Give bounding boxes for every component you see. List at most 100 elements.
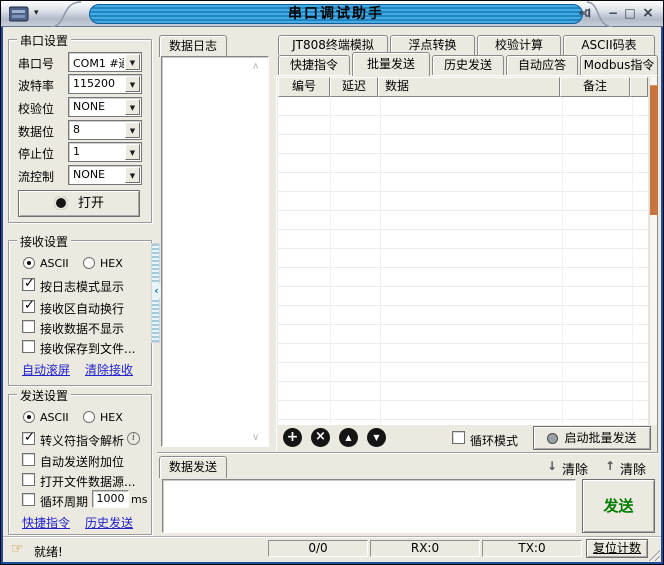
app-icon[interactable] (9, 6, 29, 22)
tab-auto-reply[interactable]: 自动应答 (506, 55, 578, 75)
tab-data-send[interactable]: 数据发送 (159, 456, 227, 478)
parity-combo[interactable]: NONE ▼ (68, 97, 142, 117)
tab-data-log[interactable]: 数据日志 (159, 35, 227, 57)
panel-splitter[interactable]: ‹ (151, 243, 160, 343)
column-header-stub (630, 77, 648, 97)
parity-value: NONE (73, 100, 124, 113)
window-title: 串口调试助手 (89, 4, 583, 24)
tab-history-send[interactable]: 历史发送 (432, 55, 504, 75)
rx-hex-radio[interactable] (83, 257, 95, 269)
hide-rx-label[interactable]: 接收数据不显示 (40, 320, 124, 337)
status-ready-text: 就绪! (34, 543, 63, 560)
minimize-button[interactable]: − (605, 6, 621, 22)
open-port-label: 打开 (78, 196, 104, 211)
app-menu-arrow-icon[interactable]: ▾ (34, 8, 39, 18)
hide-rx-checkbox[interactable] (22, 320, 35, 333)
maximize-button[interactable]: □ (622, 6, 638, 22)
ready-hand-icon: ☞ (11, 541, 24, 557)
batch-table-scrollbar[interactable] (649, 77, 657, 425)
clear-receive-link[interactable]: 清除接收 (85, 361, 133, 378)
close-button[interactable]: × (640, 6, 656, 22)
auto-append-label[interactable]: 自动发送附加位 (40, 453, 124, 470)
tx-hex-label[interactable]: HEX (100, 411, 123, 424)
auto-scroll-link[interactable]: 自动滚屏 (22, 361, 70, 378)
send-input[interactable] (162, 479, 576, 533)
log-mode-checkbox[interactable] (22, 278, 35, 291)
start-batch-send-button[interactable]: 启动批量发送 (533, 426, 651, 450)
send-button[interactable]: 发送 (582, 479, 655, 533)
add-row-button[interactable]: + (283, 428, 302, 447)
move-up-button[interactable]: ▲ (339, 428, 358, 447)
data-bits-combo[interactable]: 8 ▼ (68, 120, 142, 140)
grid-line (562, 97, 563, 425)
tx-ascii-label[interactable]: ASCII (40, 411, 69, 424)
column-header-remark[interactable]: 备注 (560, 77, 630, 97)
app-window: ▾ 串口调试助手 − □ × 串口设置 串口号 COM1 #通信 ▼ 波特率 1… (0, 0, 664, 565)
tab-ascii-table[interactable]: ASCII码表 (563, 35, 655, 55)
flow-control-combo[interactable]: NONE ▼ (68, 165, 142, 185)
open-port-button[interactable]: 打开 (18, 190, 140, 217)
tab-batch-send[interactable]: 批量发送 (352, 52, 430, 76)
remove-row-button[interactable]: × (311, 428, 330, 447)
move-down-button[interactable]: ▼ (367, 428, 386, 447)
stop-bits-combo[interactable]: 1 ▼ (68, 142, 142, 162)
tab-checksum[interactable]: 校验计算 (477, 35, 561, 55)
tx-hex-radio[interactable] (83, 411, 95, 423)
rx-hex-label[interactable]: HEX (100, 257, 123, 270)
scroll-down-icon[interactable]: ∨ (252, 433, 259, 443)
baud-rate-combo[interactable]: 115200 ▼ (68, 74, 142, 94)
chevron-down-icon[interactable]: ▼ (125, 122, 140, 138)
save-to-file-checkbox[interactable] (22, 340, 35, 353)
tab-quick-commands[interactable]: 快捷指令 (278, 55, 350, 75)
collapse-left-icon[interactable]: ‹ (152, 284, 161, 298)
grid-line (380, 97, 381, 425)
column-header-number[interactable]: 编号 (278, 77, 330, 97)
escape-parse-label[interactable]: 转义符指令解析 (40, 432, 124, 449)
cycle-checkbox[interactable] (22, 493, 35, 506)
rx-ascii-radio[interactable] (23, 257, 35, 269)
rx-ascii-label[interactable]: ASCII (40, 257, 69, 270)
loop-mode-checkbox[interactable] (452, 431, 465, 444)
serial-port-combo[interactable]: COM1 #通信 ▼ (68, 52, 142, 72)
batch-table-body[interactable] (278, 97, 648, 425)
chevron-down-icon[interactable]: ▼ (125, 167, 140, 183)
batch-table-header: 编号 延迟 数据 备注 (278, 77, 648, 97)
cycle-period-input[interactable]: 1000 (92, 490, 129, 508)
data-log-area[interactable] (161, 56, 269, 447)
tx-ascii-radio[interactable] (23, 411, 35, 423)
reset-counters-button[interactable]: 复位计数 (586, 539, 648, 558)
stop-bits-value: 1 (73, 145, 124, 158)
scroll-up-icon[interactable]: ∧ (252, 62, 259, 72)
auto-wrap-label[interactable]: 接收区自动换行 (40, 300, 124, 317)
escape-parse-checkbox[interactable] (22, 432, 35, 445)
clear-send-button[interactable]: 清除 (620, 459, 646, 478)
titlebar[interactable]: ▾ 串口调试助手 − □ × (1, 1, 663, 27)
column-header-data[interactable]: 数据 (378, 77, 560, 97)
chevron-down-icon[interactable]: ▼ (125, 54, 140, 70)
clear-rx-arrow-icon: ↓ (547, 459, 557, 473)
baud-rate-label: 波特率 (18, 77, 54, 94)
clear-tx-arrow-icon: ↑ (605, 459, 615, 473)
start-batch-send-label: 启动批量发送 (564, 431, 636, 445)
file-source-label[interactable]: 打开文件数据源... (40, 473, 135, 490)
column-header-delay[interactable]: 延迟 (330, 77, 378, 97)
file-source-checkbox[interactable] (22, 473, 35, 486)
send-settings-title: 发送设置 (17, 387, 71, 404)
chevron-down-icon[interactable]: ▼ (125, 144, 140, 160)
auto-append-checkbox[interactable] (22, 453, 35, 466)
cycle-label[interactable]: 循环周期 (40, 493, 88, 510)
auto-wrap-checkbox[interactable] (22, 300, 35, 313)
loop-mode-label[interactable]: 循环模式 (470, 432, 518, 449)
tab-modbus[interactable]: Modbus指令 (580, 55, 658, 75)
quick-commands-link[interactable]: 快捷指令 (22, 514, 70, 531)
pin-icon[interactable] (577, 6, 593, 22)
clear-receive-button[interactable]: 清除 (562, 459, 588, 478)
chevron-down-icon[interactable]: ▼ (125, 99, 140, 115)
info-icon[interactable]: i (127, 432, 140, 445)
history-send-link[interactable]: 历史发送 (85, 514, 133, 531)
log-mode-label[interactable]: 按日志模式显示 (40, 278, 124, 295)
save-to-file-label[interactable]: 接收保存到文件... (40, 340, 135, 357)
batch-lamp-icon (547, 433, 558, 444)
scrollbar-thumb[interactable] (650, 85, 658, 215)
chevron-down-icon[interactable]: ▼ (125, 76, 140, 92)
